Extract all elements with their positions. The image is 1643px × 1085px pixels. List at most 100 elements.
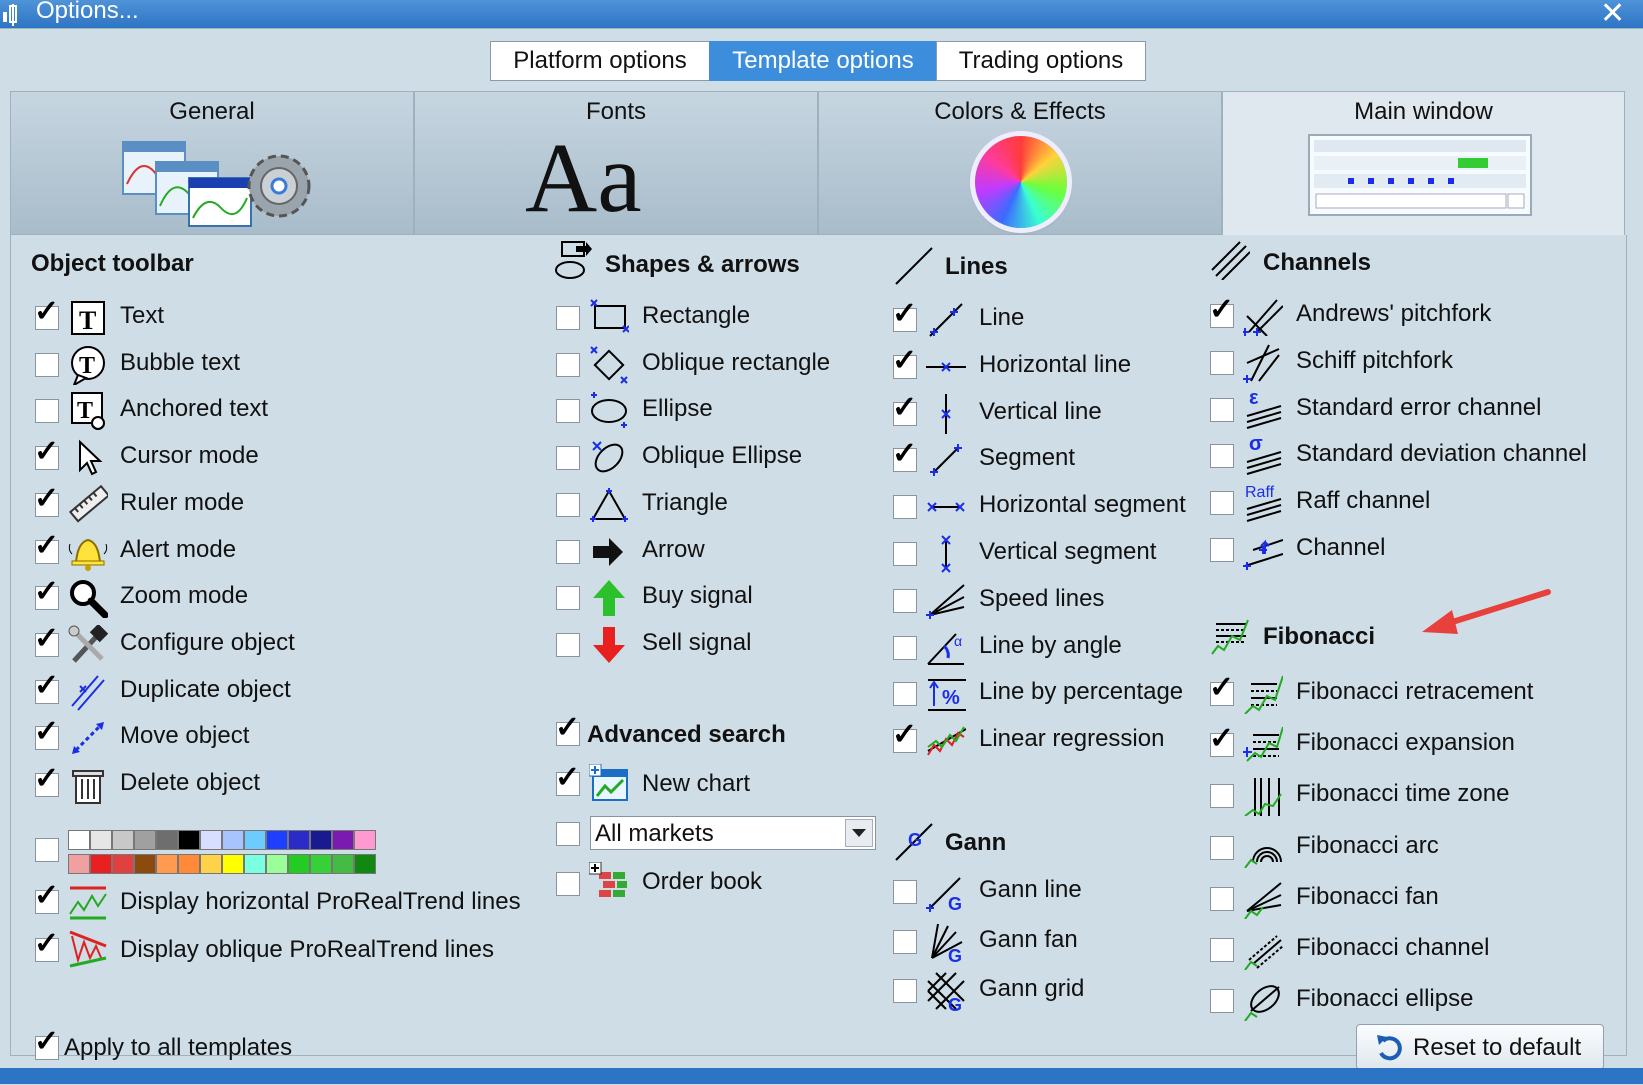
color-swatch[interactable] bbox=[68, 830, 90, 850]
markets-checkbox[interactable] bbox=[556, 822, 580, 846]
horizontal-segment-checkbox[interactable] bbox=[893, 495, 917, 520]
color-swatch[interactable] bbox=[244, 854, 266, 874]
prorealtrend-horizontal-checkbox[interactable]: ✓ bbox=[34, 881, 59, 914]
duplicate-object-checkbox[interactable]: ✓ bbox=[34, 670, 59, 704]
card-colors-effects[interactable]: Colors & Effects bbox=[818, 91, 1222, 235]
color-swatch[interactable] bbox=[178, 854, 200, 874]
color-swatch[interactable] bbox=[310, 854, 332, 874]
gann-fan-checkbox[interactable] bbox=[893, 929, 917, 954]
color-swatch[interactable] bbox=[90, 830, 112, 850]
apply-all-templates-checkbox[interactable]: ✓ bbox=[34, 1027, 59, 1060]
fibonacci-fan-checkbox[interactable] bbox=[1210, 886, 1234, 911]
color-swatch[interactable] bbox=[90, 854, 112, 874]
fibonacci-header-icon bbox=[1211, 619, 1249, 655]
advanced-search-checkbox[interactable]: ✓ bbox=[555, 713, 580, 746]
cursor-mode-checkbox[interactable]: ✓ bbox=[34, 437, 59, 471]
color-swatch[interactable] bbox=[222, 830, 244, 850]
anchored-text-checkbox[interactable] bbox=[35, 399, 59, 424]
fibonacci-retracement-checkbox[interactable]: ✓ bbox=[1209, 673, 1234, 706]
alert-mode-checkbox[interactable]: ✓ bbox=[34, 530, 59, 564]
andrews-pitchfork-checkbox[interactable]: ✓ bbox=[1209, 295, 1234, 328]
vertical-segment-checkbox[interactable] bbox=[893, 542, 917, 566]
order-book-checkbox[interactable] bbox=[556, 872, 580, 896]
line-by-angle-checkbox[interactable] bbox=[893, 635, 917, 660]
vertical-segment-label: Vertical segment bbox=[979, 538, 1157, 565]
text-checkbox[interactable]: ✓ bbox=[34, 297, 59, 330]
buy-signal-checkbox[interactable] bbox=[556, 586, 580, 611]
palette-checkbox[interactable] bbox=[35, 838, 59, 862]
tab-template-options[interactable]: Template options bbox=[709, 41, 937, 81]
fibonacci-arc-checkbox[interactable] bbox=[1210, 835, 1234, 860]
color-swatch[interactable] bbox=[288, 830, 310, 850]
line-checkbox[interactable]: ✓ bbox=[892, 299, 917, 332]
chevron-down-icon[interactable] bbox=[845, 819, 873, 847]
fibonacci-channel-checkbox[interactable] bbox=[1210, 938, 1234, 962]
color-swatch[interactable] bbox=[200, 854, 222, 874]
color-swatch[interactable] bbox=[244, 830, 266, 850]
zoom-mode-checkbox[interactable]: ✓ bbox=[34, 577, 59, 611]
move-object-checkbox[interactable]: ✓ bbox=[34, 717, 59, 751]
color-swatch[interactable] bbox=[112, 854, 134, 874]
close-icon[interactable]: ✕ bbox=[1600, 0, 1625, 31]
tab-platform-options[interactable]: Platform options bbox=[490, 41, 710, 81]
segment-checkbox[interactable]: ✓ bbox=[892, 439, 917, 473]
gann-fan-icon: G bbox=[931, 923, 963, 962]
fibonacci-expansion-checkbox[interactable]: ✓ bbox=[1209, 724, 1234, 758]
ruler-mode-checkbox[interactable]: ✓ bbox=[34, 483, 59, 517]
color-swatch[interactable] bbox=[332, 830, 354, 850]
color-swatch[interactable] bbox=[288, 854, 310, 874]
color-swatch[interactable] bbox=[134, 854, 156, 874]
oblique-ellipse-checkbox[interactable] bbox=[556, 446, 580, 471]
color-swatch[interactable] bbox=[354, 854, 376, 874]
color-swatch[interactable] bbox=[134, 830, 156, 850]
delete-object-checkbox[interactable]: ✓ bbox=[34, 764, 59, 797]
schiff-pitchfork-checkbox[interactable] bbox=[1210, 350, 1234, 375]
color-swatch[interactable] bbox=[112, 830, 134, 850]
bubble-text-checkbox[interactable] bbox=[35, 352, 59, 377]
sell-signal-checkbox[interactable] bbox=[556, 632, 580, 657]
gann-grid-checkbox[interactable] bbox=[893, 979, 917, 1003]
triangle-checkbox[interactable] bbox=[556, 492, 580, 517]
line-by-percentage-checkbox[interactable] bbox=[893, 682, 917, 707]
color-swatch[interactable] bbox=[354, 830, 376, 850]
color-swatch[interactable] bbox=[156, 854, 178, 874]
fibonacci-header: Fibonacci bbox=[1263, 623, 1376, 650]
horizontal-line-checkbox[interactable]: ✓ bbox=[892, 345, 917, 379]
standard-deviation-channel-checkbox[interactable] bbox=[1210, 444, 1234, 469]
vertical-line-checkbox[interactable]: ✓ bbox=[892, 392, 917, 426]
raff-channel-checkbox[interactable] bbox=[1210, 491, 1234, 516]
linear-regression-checkbox[interactable]: ✓ bbox=[892, 720, 917, 754]
configure-object-checkbox[interactable]: ✓ bbox=[34, 623, 59, 657]
color-swatch[interactable] bbox=[266, 830, 288, 850]
fonts-aa-icon: Aa bbox=[525, 122, 642, 233]
ellipse-checkbox[interactable] bbox=[556, 399, 580, 424]
rectangle-checkbox[interactable] bbox=[556, 306, 580, 330]
markets-select[interactable]: All markets bbox=[590, 816, 876, 850]
fibonacci-arc-label: Fibonacci arc bbox=[1296, 831, 1439, 859]
oblique-rectangle-checkbox[interactable] bbox=[556, 352, 580, 377]
fibonacci-ellipse-checkbox[interactable] bbox=[1210, 989, 1234, 1014]
arrow-checkbox[interactable] bbox=[556, 539, 580, 564]
card-general[interactable]: General bbox=[10, 91, 414, 235]
speed-lines-checkbox[interactable] bbox=[893, 588, 917, 613]
color-swatch[interactable] bbox=[156, 830, 178, 850]
color-swatch[interactable] bbox=[310, 830, 332, 850]
card-main-window[interactable]: Main window bbox=[1222, 91, 1625, 239]
color-swatch[interactable] bbox=[178, 830, 200, 850]
card-fonts[interactable]: Fonts Aa bbox=[414, 91, 818, 235]
standard-error-channel-checkbox[interactable] bbox=[1210, 397, 1234, 422]
tab-trading-options[interactable]: Trading options bbox=[936, 41, 1146, 81]
channel-checkbox[interactable] bbox=[1210, 538, 1234, 562]
reset-to-default-button[interactable]: Reset to default bbox=[1356, 1024, 1604, 1070]
color-swatch[interactable] bbox=[68, 854, 90, 874]
gann-line-checkbox[interactable] bbox=[893, 880, 917, 904]
color-swatch[interactable] bbox=[332, 854, 354, 874]
prorealtrend-oblique-checkbox[interactable]: ✓ bbox=[34, 929, 59, 962]
new-chart-checkbox[interactable]: ✓ bbox=[555, 763, 580, 796]
color-swatch[interactable] bbox=[222, 854, 244, 874]
ruler-mode-label: Ruler mode bbox=[120, 488, 245, 516]
fibonacci-time-zone-checkbox[interactable] bbox=[1210, 784, 1234, 809]
color-swatch[interactable] bbox=[266, 854, 288, 874]
fibonacci-channel-label: Fibonacci channel bbox=[1296, 934, 1490, 961]
color-swatch[interactable] bbox=[200, 830, 222, 850]
